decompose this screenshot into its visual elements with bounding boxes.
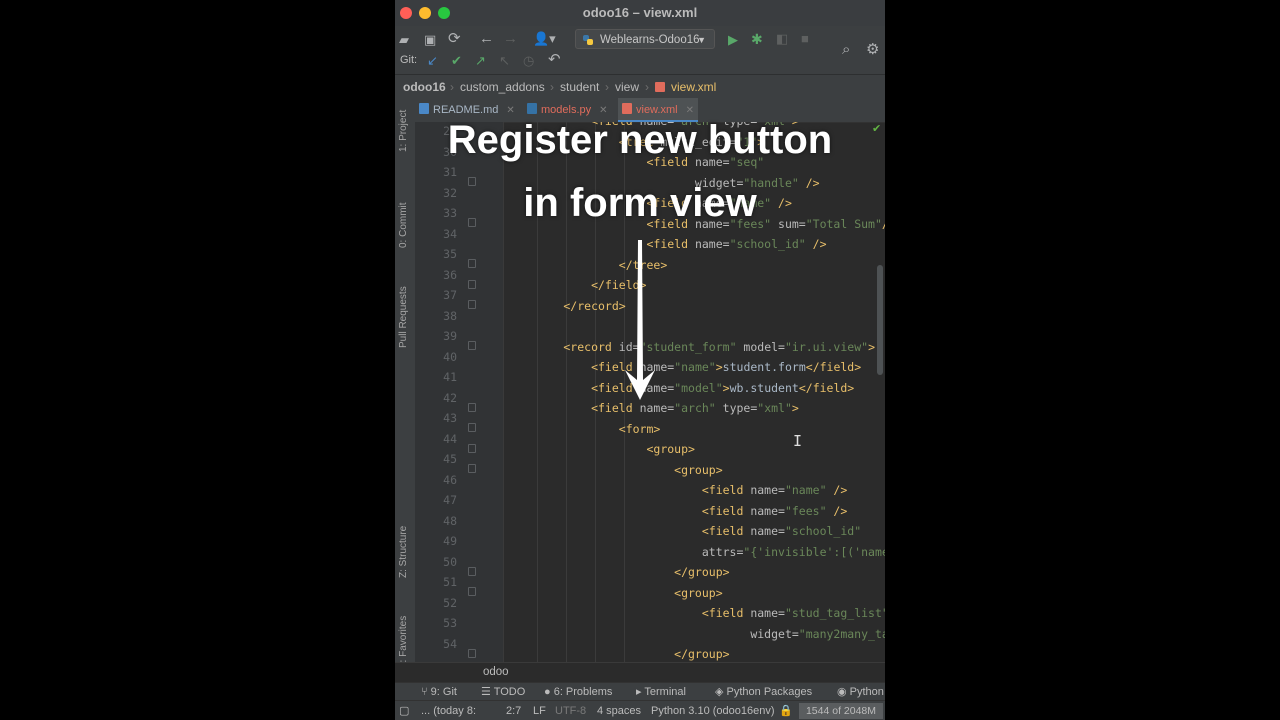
python-packages-tool-button[interactable]: ◈ Python Packages <box>715 683 812 701</box>
run-configuration-select[interactable]: Weblearns-Odoo16 ▼ <box>575 29 715 49</box>
python-interpreter[interactable]: Python 3.10 (odoo16env) <box>651 701 775 720</box>
run-icon[interactable]: ▶ <box>728 32 738 48</box>
close-icon: ✕ <box>506 105 515 116</box>
file-encoding[interactable]: UTF-8 <box>555 701 586 720</box>
overlay-caption-line1: Register new button <box>447 118 833 162</box>
fold-icon[interactable] <box>468 259 476 268</box>
code-line: <group> <box>508 585 723 600</box>
down-arrow-icon <box>625 240 655 400</box>
main-toolbar: ▰ ▣ ⟳ ← → 👤▾ Weblearns-Odoo16 ▼ ▶ ✱ ◧ ■ … <box>395 26 885 74</box>
forward-arrow-icon[interactable]: → <box>503 31 518 47</box>
code-line: attrs="{'invisible':[('name','=', <box>508 544 885 559</box>
back-arrow-icon[interactable]: ← <box>479 31 494 47</box>
git-commit-icon[interactable]: ✔ <box>451 53 462 69</box>
terminal-tool-button[interactable]: ▸ Terminal <box>636 683 686 701</box>
user-icon[interactable]: 👤▾ <box>533 31 556 47</box>
editor-breadcrumb-bar: odoo <box>395 662 885 683</box>
breadcrumb-custom-addons[interactable]: custom_addons <box>460 75 545 99</box>
fold-icon[interactable] <box>468 403 476 412</box>
git-push-icon[interactable]: ↗ <box>475 53 486 69</box>
code-line: <field name="fees" /> <box>508 503 848 518</box>
code-line: widget="many2many_tags" /> <box>508 626 885 641</box>
python-console-tool-button[interactable]: ◉ Python <box>837 683 884 701</box>
code-line: <field name="school_id" /> <box>508 237 827 251</box>
fold-icon[interactable] <box>468 649 476 658</box>
breadcrumb-file[interactable]: view.xml <box>671 75 716 99</box>
save-icon[interactable]: ▣ <box>424 32 436 48</box>
memory-indicator[interactable]: 1544 of 2048M <box>799 703 883 719</box>
stop-icon[interactable]: ■ <box>801 31 809 47</box>
code-line: <record id="student_form" model="ir.ui.v… <box>508 339 875 354</box>
fold-icon[interactable] <box>468 444 476 453</box>
code-line: </group> <box>508 565 730 579</box>
search-icon[interactable]: ⌕ <box>842 42 850 58</box>
xml-path-crumb[interactable]: odoo <box>483 663 509 681</box>
git-label: Git: <box>400 54 418 66</box>
breadcrumb-student[interactable]: student <box>560 75 599 99</box>
code-line: </group> <box>508 647 730 661</box>
fold-icon[interactable] <box>468 464 476 473</box>
close-icon: ✕ <box>685 105 694 116</box>
tool-window-bar: ⑂ 9: Git ☰ TODO ● 6: Problems ▸ Terminal… <box>395 682 885 701</box>
git-status[interactable]: ... (today 8: <box>421 701 476 720</box>
code-line: <group> <box>508 462 723 477</box>
code-line: <field name="model">wb.student</field> <box>508 380 855 395</box>
chevron-down-icon: ▼ <box>697 35 706 45</box>
git-history-icon[interactable]: ◷ <box>523 53 534 69</box>
coverage-icon[interactable]: ◧ <box>776 31 788 47</box>
code-line: <form> <box>508 421 661 436</box>
line-separator[interactable]: LF <box>533 701 546 720</box>
caret-position[interactable]: 2:7 <box>506 701 521 720</box>
title-bar: odoo16 – view.xml <box>395 0 885 26</box>
ide-window: odoo16 – view.xml ▰ ▣ ⟳ ← → 👤▾ Weblearns… <box>395 0 885 720</box>
git-rollback-icon[interactable]: ↶ <box>548 52 561 68</box>
fold-icon[interactable] <box>468 423 476 432</box>
code-line: <group> <box>508 442 695 456</box>
git-update-icon[interactable]: ↙ <box>427 53 438 69</box>
text-cursor-icon: I <box>793 432 803 450</box>
navigation-breadcrumb: odoo16 › custom_addons › student › view … <box>395 74 885 99</box>
code-line: <field name="name" /> <box>508 483 848 497</box>
todo-tool-button[interactable]: ☰ TODO <box>481 683 525 701</box>
gear-icon[interactable]: ⚙ <box>866 42 879 58</box>
git-fetch-icon[interactable]: ↖ <box>499 53 510 69</box>
code-line: <field name="school_id" <box>508 524 862 538</box>
window-title: odoo16 – view.xml <box>582 5 698 20</box>
lock-icon[interactable]: 🔒 <box>779 701 793 720</box>
fold-icon[interactable] <box>468 341 476 350</box>
editor-scrollbar[interactable] <box>877 265 883 375</box>
git-tool-button[interactable]: ⑂ 9: Git <box>421 683 457 701</box>
xml-file-icon <box>655 82 665 92</box>
close-icon: ✕ <box>599 105 608 116</box>
sync-icon[interactable]: ⟳ <box>448 31 461 47</box>
open-folder-icon[interactable]: ▰ <box>399 32 409 48</box>
code-line: <field name="stud_tag_list" <box>508 606 885 620</box>
panel-toggle-icon[interactable]: ▢ <box>399 701 409 720</box>
fold-icon[interactable] <box>468 567 476 576</box>
breadcrumb-project[interactable]: odoo16 <box>403 75 446 99</box>
overlay-caption-line2: in form view <box>523 181 757 225</box>
debug-icon[interactable]: ✱ <box>751 31 763 47</box>
breadcrumb-view[interactable]: view <box>615 75 639 99</box>
run-config-label: Weblearns-Odoo16 <box>600 34 700 46</box>
status-bar: ▢ ... (today 8: 2:7 LF UTF-8 4 spaces Py… <box>395 700 885 720</box>
problems-tool-button[interactable]: ● 6: Problems <box>544 683 612 701</box>
code-line: <field name="name">student.form</field> <box>508 360 862 374</box>
indent-setting[interactable]: 4 spaces <box>597 701 641 720</box>
fold-icon[interactable] <box>468 280 476 289</box>
python-icon <box>583 35 593 45</box>
code-line: </record> <box>508 298 626 313</box>
fold-icon[interactable] <box>468 300 476 309</box>
fold-icon[interactable] <box>468 587 476 596</box>
